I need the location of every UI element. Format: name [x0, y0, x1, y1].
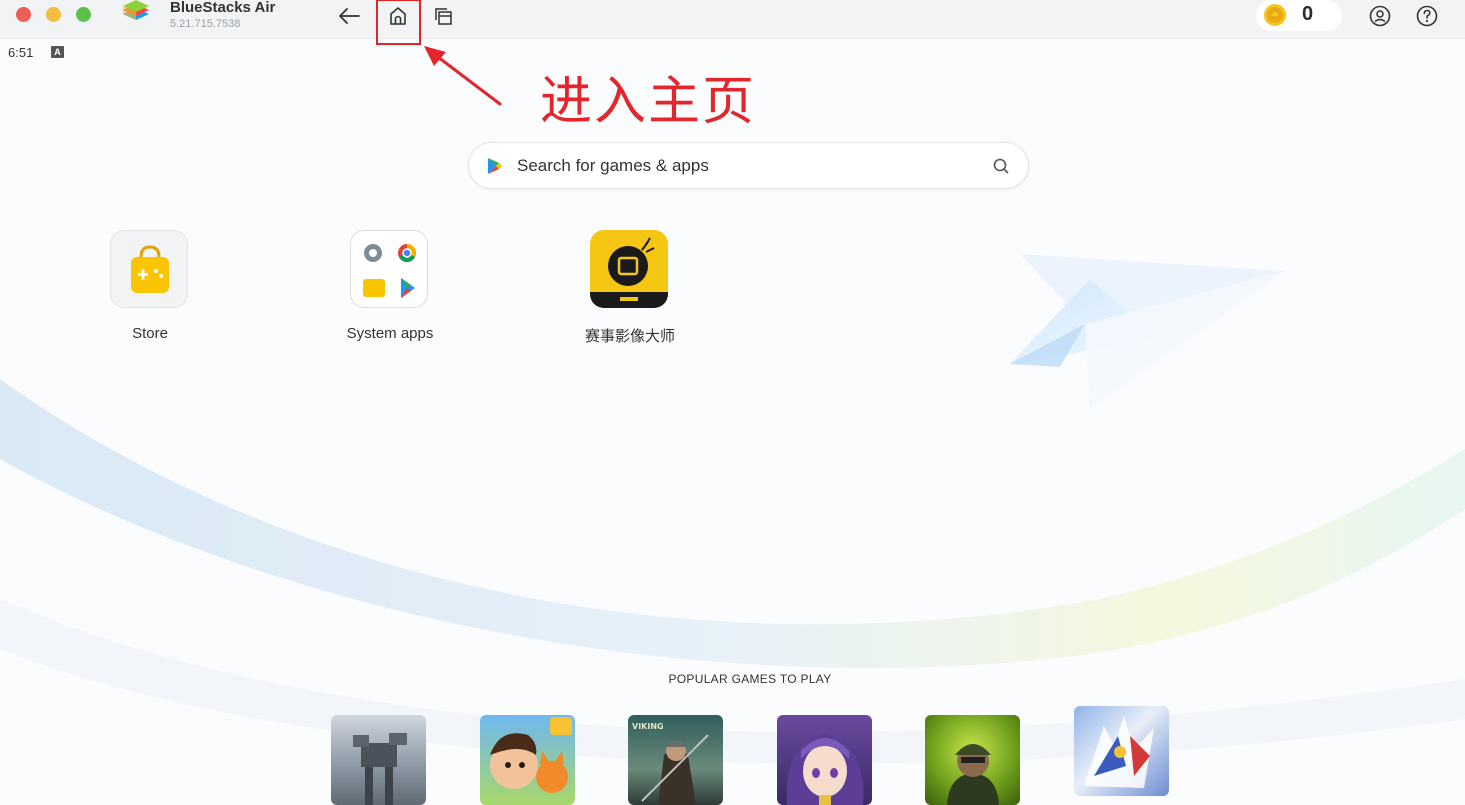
app-label: 赛事影像大师 — [584, 328, 675, 345]
search-icon[interactable] — [992, 157, 1010, 175]
arrow-left-icon — [339, 8, 360, 24]
app-saishi-yingxiang-dashi[interactable]: 赛事影像大师 — [550, 230, 710, 350]
coin-icon — [1264, 4, 1286, 26]
search-placeholder: Search for games & apps — [517, 156, 709, 175]
anime-girl-game-icon[interactable] — [777, 715, 872, 805]
app-name: BlueStacks Air — [170, 0, 276, 16]
war-robots-game-icon[interactable] — [331, 715, 426, 805]
cartoon-boy-fox-game-icon[interactable] — [480, 715, 575, 805]
app-system-apps[interactable]: System apps — [310, 230, 470, 350]
bluestacks-logo-icon — [123, 0, 149, 20]
status-indicator-icon: A — [51, 46, 64, 58]
recent-apps-icon — [435, 8, 452, 25]
popular-games-heading: POPULAR GAMES TO PLAY — [668, 672, 832, 686]
coin-count: 0 — [1302, 3, 1314, 25]
search-bar[interactable]: Search for games & apps — [468, 142, 1029, 189]
mecha-game-icon[interactable] — [1074, 706, 1169, 796]
home-button-highlight-box — [376, 0, 421, 45]
window-minimize-button[interactable] — [46, 7, 61, 22]
store-bag-icon — [110, 230, 188, 308]
back-button[interactable] — [336, 2, 362, 30]
app-label: System apps — [346, 325, 434, 342]
recent-apps-button[interactable] — [430, 2, 456, 30]
app-version: 5.21.715.7538 — [170, 18, 241, 30]
google-play-icon — [488, 158, 502, 174]
window-zoom-button[interactable] — [76, 7, 91, 22]
soldier-game-icon[interactable] — [925, 715, 1020, 805]
annotation-text: 进入主页 — [540, 72, 757, 132]
svg-text:VIKING: VIKING — [632, 722, 664, 731]
account-icon — [1369, 5, 1391, 27]
account-button[interactable] — [1367, 2, 1393, 30]
app-label: Store — [132, 325, 168, 342]
help-button[interactable] — [1414, 2, 1440, 30]
system-apps-folder-icon — [350, 230, 428, 308]
window-close-button[interactable] — [16, 7, 31, 22]
saishi-app-icon — [590, 230, 668, 308]
vikings-game-icon[interactable]: VIKING — [628, 715, 723, 805]
app-store[interactable]: Store — [70, 230, 230, 350]
help-icon — [1416, 5, 1438, 27]
status-time: 6:51 — [8, 45, 34, 60]
annotation-arrow-icon — [424, 46, 502, 106]
